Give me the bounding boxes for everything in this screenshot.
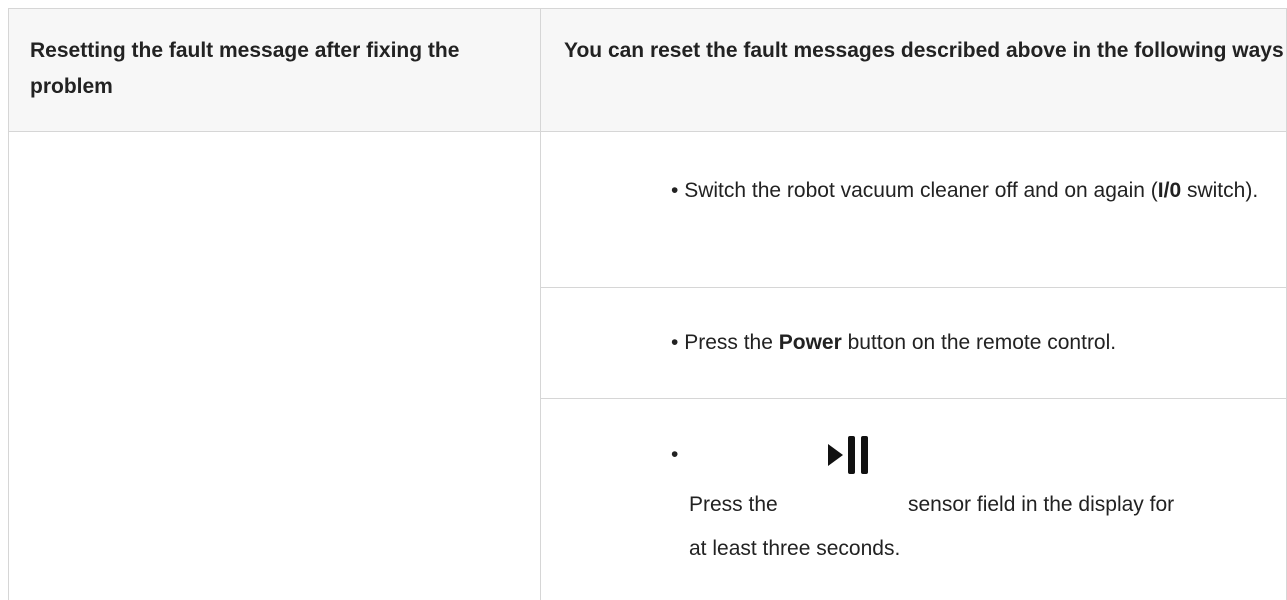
item-text: • Switch the robot vacuum cleaner off an… [671,173,1283,209]
item-text-post: sensor field in the display for [908,493,1175,516]
bullet: • [671,443,679,466]
bullet: • [671,331,679,354]
item-text-post: switch). [1181,179,1259,202]
item-text-bold: Power [778,331,842,354]
item-text-bold: I/0 [1157,179,1182,202]
table-header-row: Resetting the fault message after fixing… [8,9,1287,131]
item-text-post: button on the remote control. [841,331,1117,354]
table-cell-empty [9,132,540,600]
item-text-pre: Switch the robot vacuum cleaner off and … [684,179,1158,202]
item-text-pre: Press the [689,493,778,516]
list-item: • Switch the robot vacuum cleaner off an… [541,132,1287,287]
header-cell-resetting: Resetting the fault message after fixing… [30,39,460,98]
item-text-post2: at least three seconds. [689,537,901,560]
list-item: • Press the Power button on the remote c… [541,288,1287,398]
fault-reset-table: Resetting the fault message after fixing… [8,8,1287,600]
item-text: • Press the Power button on the remote c… [671,325,1283,361]
play-pause-icon [828,436,868,474]
bullet: • [671,179,679,202]
item-text-pre: Press the [684,331,779,354]
list-item: • Press the sensor field in the display … [541,399,1287,600]
header-cell-ways: You can reset the fault messages describ… [564,39,1284,62]
